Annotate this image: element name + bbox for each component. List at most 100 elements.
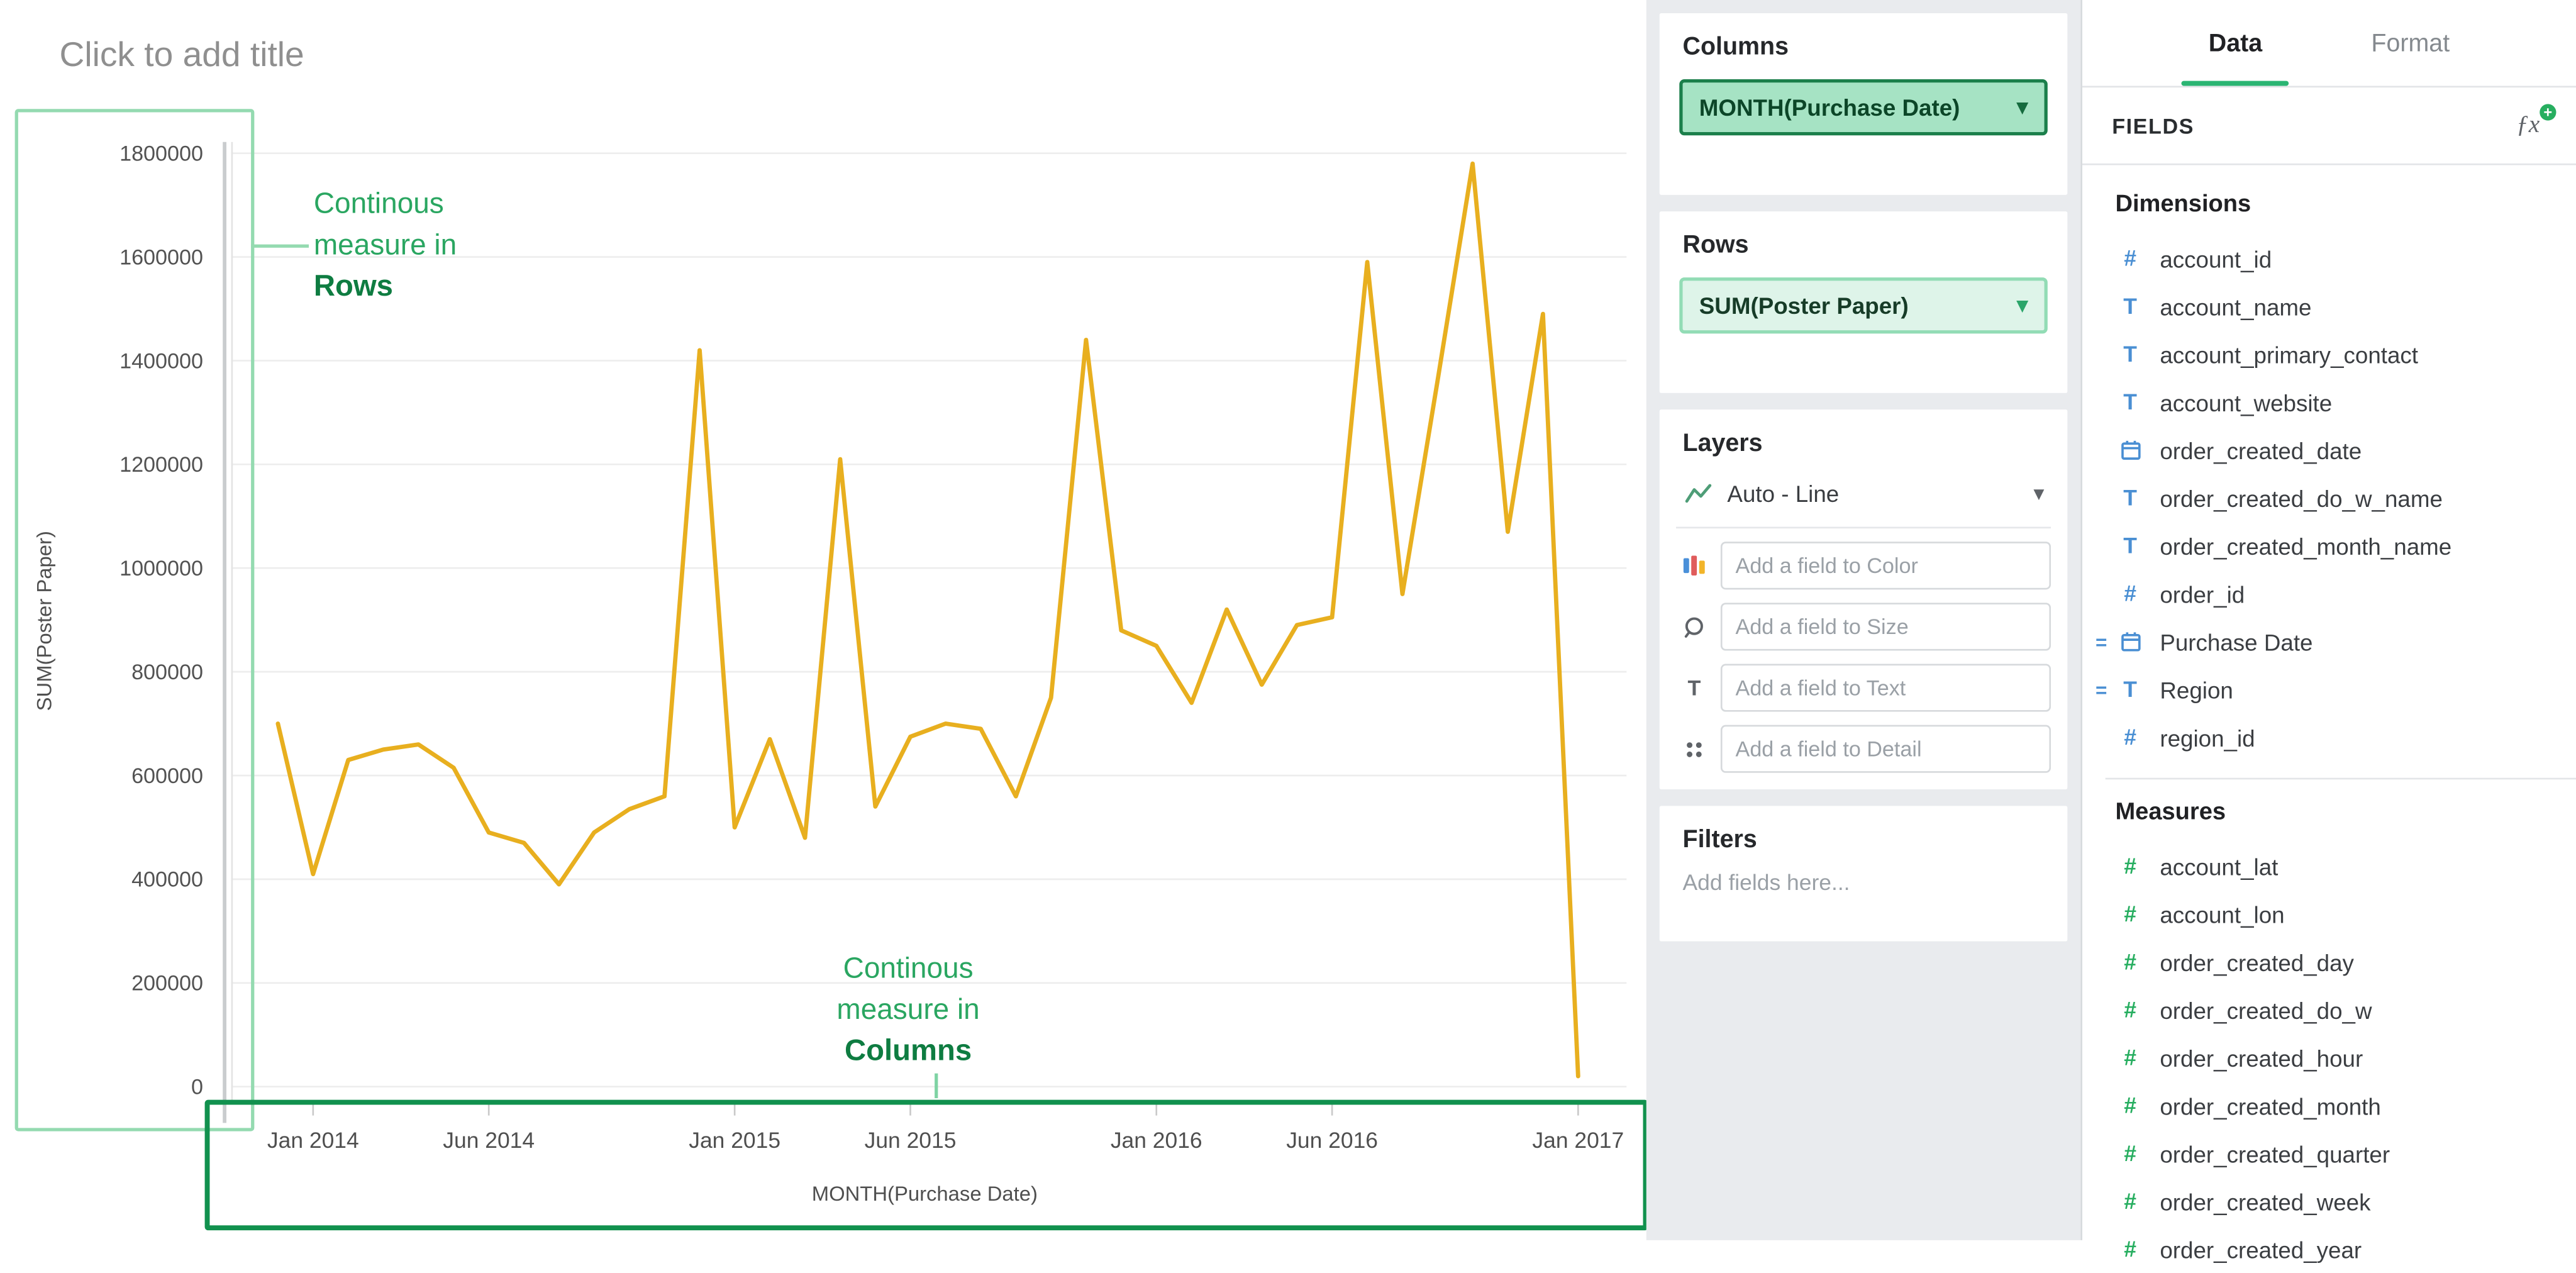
dimensions-section-title: Dimensions [2115, 192, 2576, 218]
field-label: account_name [2160, 293, 2311, 320]
color-bars-icon [1679, 555, 1709, 576]
number-icon: # [2115, 1045, 2145, 1070]
field-label: order_created_hour [2160, 1045, 2363, 1071]
rows-annotation-note: Continous measure in Rows [314, 183, 457, 307]
rows-annotation-connector [251, 245, 309, 248]
y-tick-label: 1400000 [119, 349, 203, 373]
number-icon: # [2115, 1189, 2145, 1213]
rows-pill[interactable]: SUM(Poster Paper) ▾ [1679, 277, 2048, 333]
field-label: account_lat [2160, 853, 2278, 879]
field-item-order-id[interactable]: #order_id [2115, 570, 2576, 618]
field-item-order-created-do-w-name[interactable]: Torder_created_do_w_name [2115, 474, 2576, 522]
field-item-account-lon[interactable]: # account_lon [2115, 890, 2576, 938]
y-tick-label: 1800000 [119, 142, 203, 165]
text-field-icon: T [2115, 486, 2145, 510]
field-item-order-created-week[interactable]: #order_created_week [2115, 1177, 2576, 1225]
columns-shelf: Columns MONTH(Purchase Date) ▾ [1660, 13, 2068, 195]
rows-shelf-title: Rows [1683, 231, 2051, 260]
y-tick-label: 200000 [131, 972, 203, 996]
y-tick-label: 600000 [131, 764, 203, 788]
color-well-placeholder: Add a field to Color [1736, 553, 1918, 578]
filters-drop-zone[interactable]: Add fields here... [1683, 870, 2051, 895]
x-tick-label: Jan 2014 [267, 1128, 359, 1153]
field-label: region_id [2160, 724, 2255, 750]
mark-type-dropdown[interactable]: Auto - Line ▾ [1676, 461, 2051, 529]
y-tick-label: 1000000 [119, 557, 203, 581]
field-label: order_created_month [2160, 1092, 2381, 1119]
field-label: account_lon [2160, 901, 2284, 927]
color-well[interactable]: Add a field to Color [1721, 542, 2051, 589]
field-item-account-primary-contact[interactable]: Taccount_primary_contact [2115, 330, 2576, 378]
number-icon: # [2115, 998, 2145, 1022]
layers-title: Layers [1683, 430, 2051, 458]
field-item-account-name[interactable]: Taccount_name [2115, 282, 2576, 330]
calculated-field-calendar-icon: = [2115, 631, 2145, 652]
text-well-row: T Add a field to Text [1676, 664, 2051, 712]
chevron-down-icon[interactable]: ▾ [2017, 94, 2028, 121]
annotation-text: Continous [802, 948, 1014, 989]
field-label: order_created_month_name [2160, 533, 2451, 559]
columns-annotation-connector [935, 1074, 938, 1098]
number-icon: # [2115, 853, 2145, 878]
detail-well-row: Add a field to Detail [1676, 725, 2051, 773]
size-well[interactable]: Add a field to Size [1721, 603, 2051, 650]
field-item-purchase-date[interactable]: =Purchase Date [2115, 618, 2576, 665]
chevron-down-icon[interactable]: ▾ [2017, 292, 2028, 319]
field-item-order-created-month-name[interactable]: Torder_created_month_name [2115, 522, 2576, 570]
text-well[interactable]: Add a field to Text [1721, 664, 2051, 712]
field-item-order-created-year[interactable]: #order_created_year [2115, 1225, 2576, 1273]
tab-data[interactable]: Data [2202, 0, 2268, 86]
chart-canvas: Click to add title 020000040000060000080… [0, 0, 1646, 1240]
x-tick-label: Jan 2015 [689, 1128, 780, 1153]
x-tick-label: Jun 2014 [443, 1128, 535, 1153]
y-tick-label: 1200000 [119, 453, 203, 477]
field-item-order-created-date[interactable]: order_created_date [2115, 426, 2576, 474]
chevron-down-icon[interactable]: ▾ [2033, 481, 2044, 507]
size-well-placeholder: Add a field to Size [1736, 614, 1909, 639]
field-item-order-created-do-w[interactable]: #order_created_do_w [2115, 986, 2576, 1034]
series-line[interactable] [278, 164, 1578, 1076]
fields-list: Dimensions #account_idTaccount_nameTacco… [2082, 165, 2576, 1273]
fields-header-label: FIELDS [2112, 113, 2194, 138]
measures-section-title: Measures [2115, 799, 2576, 826]
number-icon: # [2115, 902, 2145, 926]
field-label: account_primary_contact [2160, 341, 2418, 367]
detail-well[interactable]: Add a field to Detail [1721, 725, 2051, 773]
number-icon: # [2115, 1093, 2145, 1118]
add-calculated-field-icon[interactable]: ƒx+ [2516, 111, 2540, 140]
field-item-order-created-quarter[interactable]: #order_created_quarter [2115, 1130, 2576, 1177]
annotation-text: Continous [314, 183, 457, 225]
line-mark-icon [1683, 482, 1713, 506]
field-item-account-lat[interactable]: # account_lat [2115, 842, 2576, 890]
field-item-order-created-day[interactable]: #order_created_day [2115, 938, 2576, 986]
columns-shelf-title: Columns [1683, 33, 2051, 62]
panel-tabs: Data Format [2082, 0, 2576, 87]
rows-pill-label: SUM(Poster Paper) [1699, 292, 1909, 319]
annotation-text: measure in [314, 225, 457, 266]
y-tick-label: 400000 [131, 868, 203, 892]
rows-drop-zone[interactable] [1676, 333, 2051, 376]
field-label: Region [2160, 676, 2233, 703]
columns-drop-zone[interactable] [1676, 135, 2051, 178]
field-item-region-id[interactable]: # region_id [2115, 713, 2576, 761]
field-item-account-id[interactable]: #account_id [2115, 235, 2576, 282]
x-tick-label: Jan 2017 [1532, 1128, 1624, 1153]
field-item-region[interactable]: =T Region [2115, 665, 2576, 713]
data-panel: Data Format FIELDS ƒx+ Dimensions #accou… [2080, 0, 2576, 1240]
number-icon: # [2115, 246, 2145, 270]
mark-type-label: Auto - Line [1727, 481, 2018, 507]
field-item-order-created-hour[interactable]: # order_created_hour [2115, 1034, 2576, 1082]
field-item-order-created-month[interactable]: # order_created_month [2115, 1082, 2576, 1130]
field-item-account-website[interactable]: Taccount_website [2115, 378, 2576, 426]
detail-icon [1679, 737, 1709, 760]
columns-annotation-note: Continous measure in Columns [802, 948, 1014, 1072]
calculated-field-text-icon: =T [2115, 677, 2145, 702]
calendar-icon [2115, 439, 2145, 460]
number-icon: # [2115, 725, 2145, 750]
color-well-row: Add a field to Color [1676, 542, 2051, 589]
dimensions-list: #account_idTaccount_nameTaccount_primary… [2115, 235, 2576, 762]
detail-well-placeholder: Add a field to Detail [1736, 737, 1922, 761]
tab-format[interactable]: Format [2365, 0, 2457, 86]
number-icon: # [2115, 1237, 2145, 1262]
columns-pill[interactable]: MONTH(Purchase Date) ▾ [1679, 79, 2048, 135]
